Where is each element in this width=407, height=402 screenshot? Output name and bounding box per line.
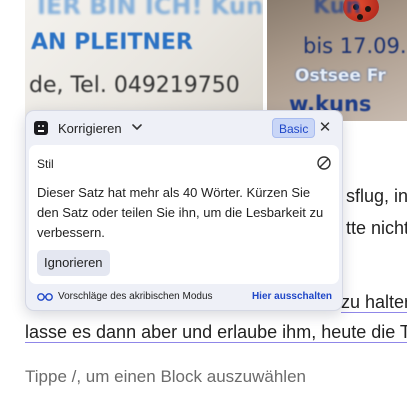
photo-text: AN PLEITNER — [31, 30, 193, 55]
photo-text: IER BIN ICH! Kunst — [37, 0, 263, 20]
editor-text-line-flagged[interactable]: lasse es dann aber und erlaube ihm, heut… — [25, 322, 407, 343]
photo-text: de, Tel. 049219750 — [29, 73, 240, 98]
popup-header: Korrigieren Basic ✕ — [26, 111, 342, 145]
mode-description: Vorschläge des akribischen Modus — [58, 291, 213, 302]
editor-text-line[interactable]: sflug, in — [346, 186, 407, 207]
editor-text-line-flagged[interactable]: zu halter — [341, 292, 407, 313]
suggestion-category: Stil — [37, 157, 54, 171]
mode-dropdown-label[interactable]: Korrigieren — [58, 121, 122, 136]
background-photo-left: IER BIN ICH! Kunst AN PLEITNER de, Tel. … — [25, 0, 263, 121]
popup-footer: Vorschläge des akribischen Modus Hier au… — [26, 288, 342, 308]
photo-text: Ostsee Fr — [295, 66, 386, 86]
editor-placeholder[interactable]: Tippe /, um einen Block auszuwählen — [25, 367, 306, 387]
photo-text: bis 17.09. — [303, 34, 407, 58]
plan-badge[interactable]: Basic — [272, 118, 316, 138]
photo-text: Kun — [313, 0, 361, 19]
editor-text-line[interactable]: tte nicht — [346, 218, 407, 239]
glasses-icon — [37, 293, 53, 301]
chevron-down-icon[interactable] — [132, 123, 142, 131]
suggestion-card: Stil Dieser Satz hat mehr als 40 Wörter.… — [29, 145, 339, 284]
correction-popup: Korrigieren Basic ✕ Stil Dieser Satz hat… — [25, 110, 343, 311]
ban-icon[interactable] — [317, 156, 331, 170]
logo-icon — [34, 121, 48, 135]
turn-off-link[interactable]: Hier ausschalten — [252, 291, 332, 302]
background-photo-right: Kun bis 17.09. Ostsee Fr w.kuns — [267, 0, 407, 121]
ignore-button[interactable]: Ignorieren — [37, 250, 110, 276]
close-icon[interactable]: ✕ — [316, 119, 334, 137]
suggestion-message: Dieser Satz hat mehr als 40 Wörter. Kürz… — [37, 185, 324, 240]
